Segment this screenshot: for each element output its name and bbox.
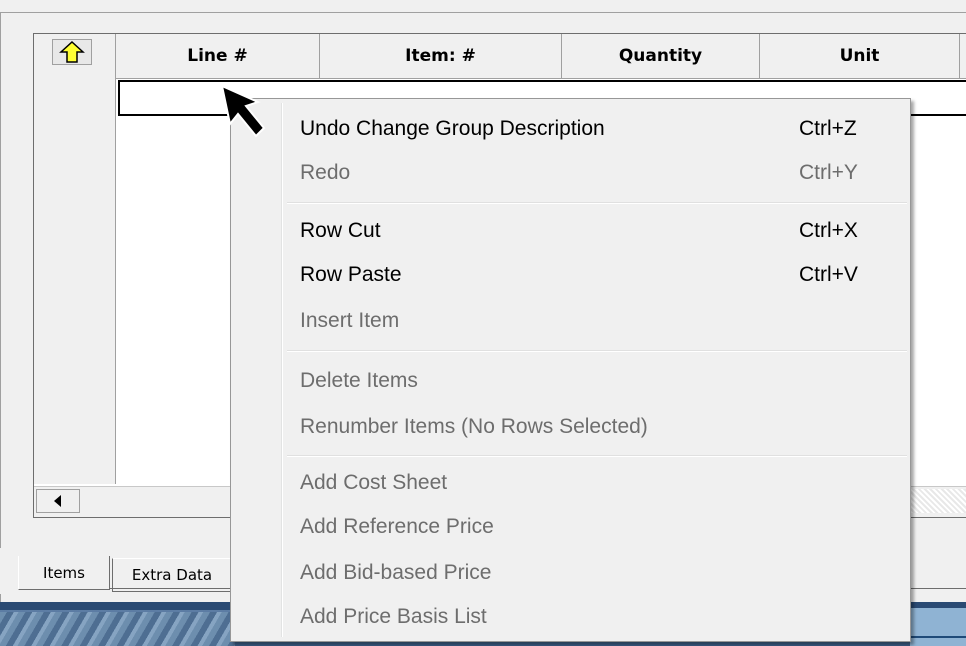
menu-item-row-cut[interactable]: Row Cut Ctrl+X	[234, 209, 907, 253]
menu-separator	[287, 202, 907, 204]
column-header-quantity[interactable]: Quantity	[562, 34, 760, 78]
menu-item-insert-item[interactable]: Insert Item	[234, 299, 907, 343]
menu-separator	[287, 455, 907, 457]
tab-items[interactable]: Items	[18, 556, 110, 590]
menu-item-label: Undo Change Group Description	[300, 117, 605, 140]
menu-item-label: Insert Item	[300, 309, 400, 332]
menu-item-redo[interactable]: Redo Ctrl+Y	[234, 151, 907, 195]
menu-item-label: Renumber Items (No Rows Selected)	[300, 415, 648, 438]
background-texture	[0, 612, 235, 646]
row-header-column	[34, 78, 116, 484]
menu-item-label: Add Bid-based Price	[300, 561, 492, 584]
menu-separator	[287, 350, 907, 352]
top-border	[0, 0, 966, 13]
menu-item-add-cost-sheet[interactable]: Add Cost Sheet	[234, 461, 907, 505]
scroll-left-button[interactable]	[36, 489, 80, 513]
menu-item-shortcut: Ctrl+Y	[799, 161, 858, 184]
scrollbar-track[interactable]	[902, 489, 966, 513]
grid-header: Line # Item: # Quantity Unit	[34, 34, 966, 79]
grid-corner-cell	[34, 34, 116, 78]
menu-item-shortcut: Ctrl+V	[799, 263, 858, 286]
column-header-unit[interactable]: Unit	[760, 34, 960, 78]
menu-item-row-paste[interactable]: Row Paste Ctrl+V	[234, 253, 907, 297]
menu-item-label: Delete Items	[300, 369, 418, 392]
menu-item-delete-items[interactable]: Delete Items	[234, 359, 907, 403]
menu-item-label: Add Reference Price	[300, 515, 494, 538]
menu-item-add-reference-price[interactable]: Add Reference Price	[234, 505, 907, 549]
scroll-left-icon	[54, 495, 61, 507]
menu-item-label: Row Paste	[300, 263, 402, 286]
mouse-pointer-icon	[220, 84, 266, 138]
menu-item-label: Add Cost Sheet	[300, 471, 448, 494]
menu-item-renumber-items[interactable]: Renumber Items (No Rows Selected)	[234, 405, 907, 449]
tab-extra-data[interactable]: Extra Data	[112, 558, 232, 592]
up-arrow-icon	[59, 41, 85, 63]
context-menu: Undo Change Group Description Ctrl+Z Red…	[230, 98, 911, 642]
menu-item-add-bid-based-price[interactable]: Add Bid-based Price	[234, 551, 907, 595]
menu-item-add-price-basis-list[interactable]: Add Price Basis List	[234, 595, 907, 639]
menu-item-label: Add Price Basis List	[300, 605, 487, 628]
menu-item-label: Redo	[300, 161, 351, 184]
background-panel-line	[910, 636, 966, 638]
menu-item-shortcut: Ctrl+X	[799, 219, 858, 242]
menu-item-shortcut: Ctrl+Z	[799, 117, 857, 140]
menu-item-undo[interactable]: Undo Change Group Description Ctrl+Z	[234, 107, 907, 151]
background-panel	[910, 608, 966, 646]
menu-item-label: Row Cut	[300, 219, 381, 242]
column-header-line[interactable]: Line #	[116, 34, 320, 78]
left-border	[0, 12, 1, 602]
column-header-item[interactable]: Item: #	[320, 34, 562, 78]
sort-up-button[interactable]	[52, 39, 92, 65]
